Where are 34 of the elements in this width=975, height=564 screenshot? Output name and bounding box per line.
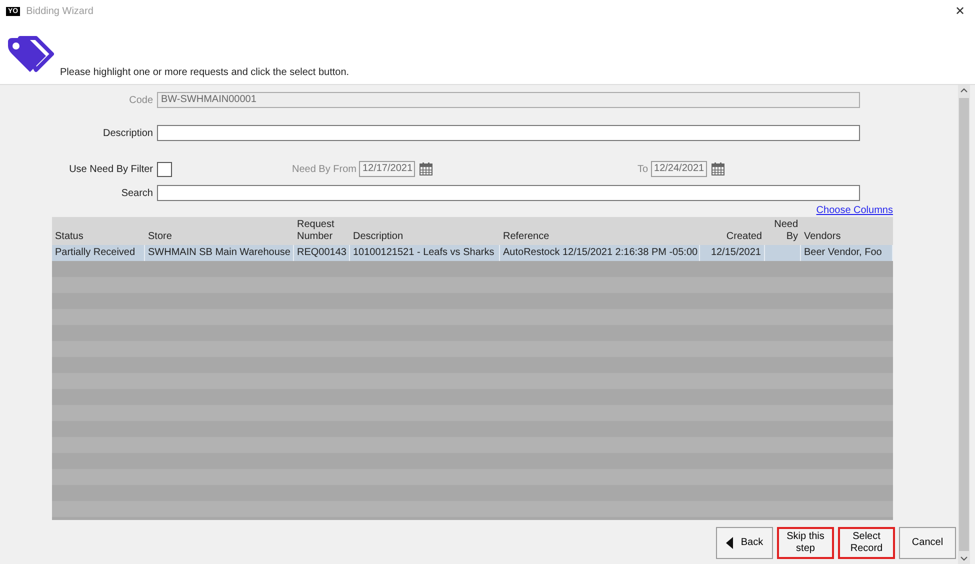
search-field[interactable]	[157, 185, 860, 201]
back-arrow-icon	[726, 537, 733, 549]
column-header[interactable]: Vendors	[801, 217, 893, 245]
date-field[interactable]: 12/24/2021	[651, 161, 708, 177]
scrollbar[interactable]	[958, 85, 970, 564]
field-label: Search	[120, 188, 154, 198]
window-title: Bidding Wizard	[26, 6, 94, 16]
calendar-icon[interactable]	[711, 162, 726, 176]
column-header[interactable]: Reference	[500, 217, 700, 245]
wizard-button[interactable]: Select Record	[838, 527, 895, 559]
close-button[interactable]: ✕	[955, 4, 969, 18]
wizard-button[interactable]: Skip this step	[777, 527, 834, 559]
date-field[interactable]: 12/17/2021	[359, 161, 416, 177]
column-header[interactable]: Description	[350, 217, 500, 245]
field-label: To	[637, 164, 648, 174]
table-row[interactable]: Partially Received SWHMAIN SB Main Warehouse REQ00143 10100121521 - Leafs vs Sharks AutoRestock 12/15/2021 2:16:38 PM -05:00 12/15/2021 Beer Vendor, Foo	[52, 245, 893, 261]
column-header[interactable]: Created	[700, 217, 765, 245]
wizard-button[interactable]: Cancel	[899, 527, 956, 559]
column-header[interactable]: Request Number	[294, 217, 350, 245]
column-header[interactable]: Status	[52, 217, 145, 245]
field-label: Code	[128, 94, 154, 106]
scroll-down-icon[interactable]	[960, 556, 968, 561]
calendar-icon[interactable]	[419, 162, 434, 176]
back-button[interactable]: Back	[716, 527, 773, 559]
need-by-checkbox[interactable]	[157, 162, 172, 176]
column-header[interactable]: Need By	[765, 217, 801, 245]
choose-columns-link[interactable]: Choose Columns	[816, 205, 893, 216]
column-header[interactable]: Store	[145, 217, 294, 245]
description-field[interactable]	[157, 125, 860, 141]
scroll-up-icon[interactable]	[960, 88, 968, 93]
field-label: Description	[102, 128, 154, 138]
instruction-text: Please highlight one or more requests and click the select button.	[60, 67, 350, 78]
field-label: Use Need By Filter	[68, 164, 154, 174]
field-label: Need By From	[292, 164, 356, 174]
